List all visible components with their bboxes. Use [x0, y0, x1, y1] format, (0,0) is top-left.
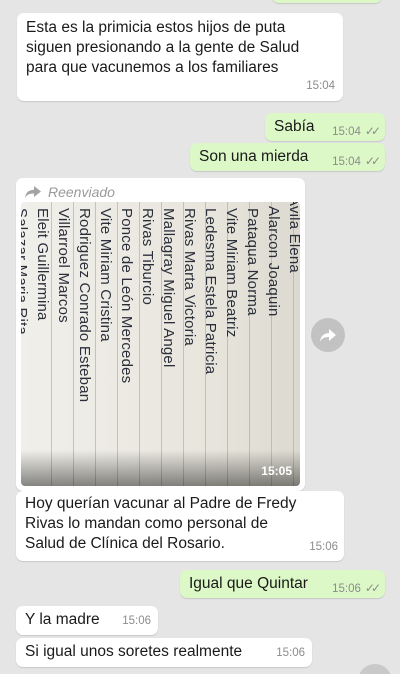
forward-arrow-icon	[25, 186, 41, 198]
photo-text-line: Avila Elena	[286, 202, 300, 273]
photo-time: 15:05	[261, 464, 292, 478]
photo-text-line: Ledesma Estela Patricia	[202, 208, 219, 375]
photo-text-line: Rivas Marta Victoria	[181, 208, 198, 346]
message-time: 15:04	[306, 80, 335, 92]
message-outgoing-1[interactable]: Sabía 15:04 ✓✓	[265, 113, 385, 141]
message-time: 15:06	[276, 647, 305, 659]
message-outgoing-3[interactable]: Igual que Quintar 15:06 ✓✓	[180, 570, 385, 598]
message-time: 15:04	[332, 126, 361, 138]
forwarded-header: Reenviado	[24, 182, 115, 202]
message-text-line: Rivas lo mandan como personal de	[25, 515, 268, 532]
photo-text-line: Villarroel Marcos	[55, 208, 72, 323]
message-meta: 15:04 ✓✓	[332, 151, 381, 172]
photo-text-line: Salazar Maria Rita	[21, 208, 30, 335]
photo-text-line: Mallagray Miguel Angel	[160, 208, 177, 368]
message-text-line: para que vacunemos a los familiares	[26, 59, 279, 76]
double-check-icon: ✓✓	[364, 581, 381, 595]
photo-text-line: Rivas Tiburcio	[139, 208, 156, 305]
photo-text-line: Eleit Guillermina	[34, 208, 51, 321]
message-incoming-1[interactable]: Esta es la primicia estos hijos de puta …	[17, 13, 343, 101]
photo-text-line: Ponce de León Mercedes	[118, 208, 135, 384]
scroll-down-button[interactable]	[358, 664, 392, 674]
double-check-icon: ✓✓	[364, 124, 381, 138]
message-time: 15:06	[122, 615, 151, 627]
message-text: Son una mierda	[199, 148, 309, 165]
forwarded-label: Reenviado	[48, 184, 115, 200]
message-incoming-3[interactable]: Y la madre 15:06	[16, 606, 158, 635]
previous-message-fragment	[272, 0, 382, 3]
message-text: Si igual unos soretes realmente	[25, 643, 243, 660]
message-text: Sabía	[274, 118, 315, 135]
message-time: 15:06	[309, 541, 338, 553]
photo-text-line: Vite Miriam Beatriz	[223, 208, 240, 338]
photo[interactable]: Avila Elena Alarcon Joaquin Pataqua Norm…	[21, 202, 300, 486]
photo-text-line: Vite Miriam Cristina	[97, 208, 114, 342]
share-button[interactable]	[311, 318, 345, 352]
message-incoming-4[interactable]: Si igual unos soretes realmente 15:06	[16, 638, 312, 667]
message-text: Igual que Quintar	[189, 575, 308, 592]
message-time: 15:04	[332, 156, 361, 168]
message-text: Y la madre	[25, 611, 100, 628]
message-text-line: siguen presionando a la gente de Salud	[26, 39, 300, 56]
message-outgoing-2[interactable]: Son una mierda 15:04 ✓✓	[190, 143, 385, 171]
forwarded-photo-message[interactable]: Reenviado Avila Elena Alarcon Joaquin Pa…	[16, 178, 305, 491]
photo-text-line: Pataqua Norma	[244, 208, 261, 316]
double-check-icon: ✓✓	[364, 154, 381, 168]
message-time: 15:06	[332, 583, 361, 595]
message-text-line: Hoy querían vacunar al Padre de Fredy	[25, 495, 297, 512]
photo-text-line: Rodriguez Conrado Esteban	[76, 208, 93, 403]
message-text-line: Salud de Clínica del Rosario.	[25, 535, 225, 552]
message-meta: 15:06 ✓✓	[332, 578, 381, 599]
share-icon	[320, 328, 336, 342]
message-text-line: Esta es la primicia estos hijos de puta	[26, 19, 286, 36]
message-meta: 15:04 ✓✓	[332, 121, 381, 142]
message-incoming-2[interactable]: Hoy querían vacunar al Padre de Fredy Ri…	[16, 491, 344, 561]
photo-text-line: Alarcon Joaquin	[265, 206, 282, 317]
